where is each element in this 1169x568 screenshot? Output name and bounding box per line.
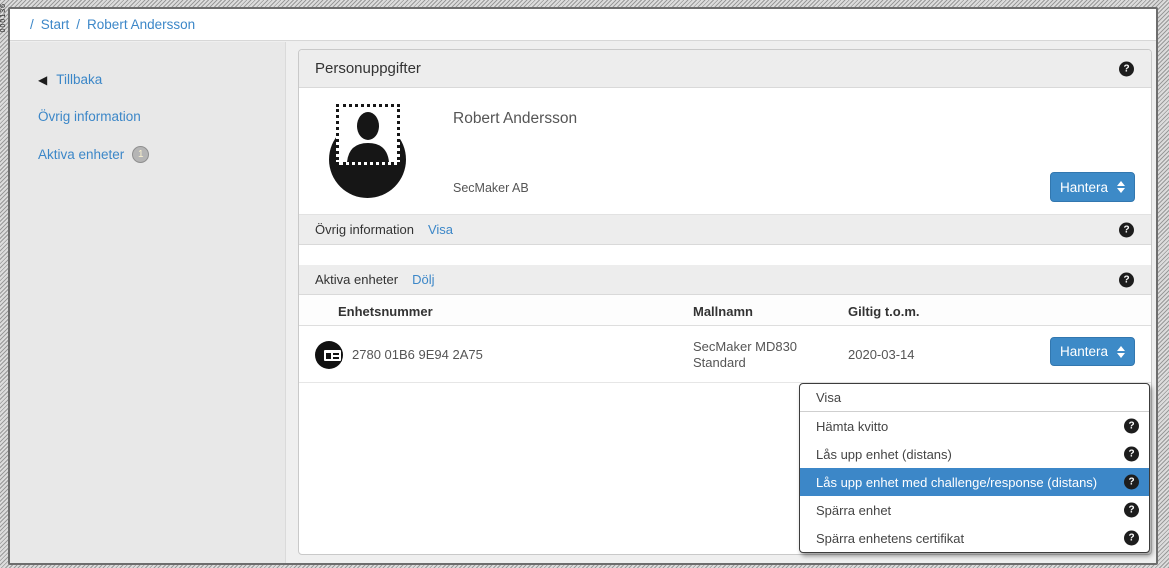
person-company: SecMaker AB bbox=[453, 181, 529, 195]
menu-item-label: Visa bbox=[816, 390, 841, 405]
sidebar-item-label: Aktiva enheter bbox=[38, 147, 124, 162]
app-window: / Start / Robert Andersson ◀ Tillbaka Öv… bbox=[8, 7, 1158, 565]
device-number: 2780 01B6 9E94 2A75 bbox=[352, 347, 483, 362]
show-link[interactable]: Visa bbox=[428, 222, 453, 237]
menu-item-label: Spärra enhet bbox=[816, 503, 891, 518]
menu-item-label: Hämta kvitto bbox=[816, 419, 888, 434]
menu-item-las-upp-enhet[interactable]: Lås upp enhet (distans) ? bbox=[800, 440, 1149, 468]
menu-item-label: Spärra enhetens certifikat bbox=[816, 531, 964, 546]
breadcrumb: / Start / Robert Andersson bbox=[10, 9, 1156, 41]
panel-title: Personuppgifter bbox=[315, 60, 421, 77]
column-giltig-tom: Giltig t.o.m. bbox=[848, 304, 920, 319]
help-icon[interactable]: ? bbox=[1124, 419, 1139, 434]
help-icon[interactable]: ? bbox=[1124, 475, 1139, 490]
help-icon[interactable]: ? bbox=[1119, 61, 1134, 76]
smartcard-icon bbox=[315, 341, 343, 369]
device-table-row: 2780 01B6 9E94 2A75 SecMaker MD830 Stand… bbox=[299, 326, 1151, 383]
menu-item-las-upp-challenge-response[interactable]: Lås upp enhet med challenge/response (di… bbox=[800, 468, 1149, 496]
up-down-caret-icon bbox=[1117, 181, 1125, 193]
breadcrumb-separator: / bbox=[76, 17, 80, 32]
manage-dropdown-menu: Visa Hämta kvitto ? Lås upp enhet (dista… bbox=[799, 383, 1150, 553]
sidebar-item-ovrig-information[interactable]: Övrig information bbox=[38, 109, 285, 124]
column-enhetsnummer: Enhetsnummer bbox=[338, 304, 433, 319]
avatar bbox=[325, 104, 411, 198]
back-link-label: Tillbaka bbox=[56, 72, 102, 87]
hide-link[interactable]: Dölj bbox=[412, 272, 434, 287]
help-icon[interactable]: ? bbox=[1124, 531, 1139, 546]
menu-item-visa[interactable]: Visa bbox=[800, 384, 1149, 412]
photo-placeholder-icon bbox=[336, 104, 400, 165]
section-gap bbox=[299, 245, 1151, 265]
menu-item-hamta-kvitto[interactable]: Hämta kvitto ? bbox=[800, 412, 1149, 440]
help-icon[interactable]: ? bbox=[1124, 447, 1139, 462]
menu-item-sparra-enhet[interactable]: Spärra enhet ? bbox=[800, 496, 1149, 524]
breadcrumb-item-start[interactable]: Start bbox=[41, 17, 70, 32]
section-title: Övrig information bbox=[315, 222, 414, 237]
section-aktiva-enheter: Aktiva enheter Dölj ? bbox=[299, 265, 1151, 295]
help-icon[interactable]: ? bbox=[1119, 272, 1134, 287]
back-link[interactable]: ◀ Tillbaka bbox=[38, 72, 285, 87]
column-mallnamn: Mallnamn bbox=[693, 304, 753, 319]
device-template-name: SecMaker MD830 Standard bbox=[693, 339, 818, 371]
section-ovrig-information: Övrig information Visa ? bbox=[299, 215, 1151, 245]
manage-button-label: Hantera bbox=[1060, 180, 1108, 195]
devices-table-header: Enhetsnummer Mallnamn Giltig t.o.m. bbox=[299, 295, 1151, 326]
menu-item-label: Lås upp enhet med challenge/response (di… bbox=[816, 475, 1097, 490]
manage-person-button[interactable]: Hantera bbox=[1050, 172, 1135, 202]
help-icon[interactable]: ? bbox=[1119, 222, 1134, 237]
breadcrumb-item-current[interactable]: Robert Andersson bbox=[87, 17, 195, 32]
up-down-caret-icon bbox=[1117, 346, 1125, 358]
sidebar: ◀ Tillbaka Övrig information Aktiva enhe… bbox=[10, 42, 286, 565]
menu-item-sparra-certifikat[interactable]: Spärra enhetens certifikat ? bbox=[800, 524, 1149, 552]
back-arrow-icon: ◀ bbox=[38, 73, 47, 87]
manage-button-label: Hantera bbox=[1060, 344, 1108, 359]
person-name: Robert Andersson bbox=[453, 110, 577, 128]
edge-label: 000136 bbox=[0, 3, 8, 32]
section-title: Aktiva enheter bbox=[315, 272, 398, 287]
panel-header: Personuppgifter ? bbox=[299, 50, 1151, 88]
help-icon[interactable]: ? bbox=[1124, 503, 1139, 518]
person-summary: Robert Andersson SecMaker AB Hantera bbox=[299, 88, 1151, 215]
sidebar-item-aktiva-enheter[interactable]: Aktiva enheter 1 bbox=[38, 146, 285, 163]
device-valid-until: 2020-03-14 bbox=[848, 347, 915, 362]
manage-device-button[interactable]: Hantera bbox=[1050, 337, 1135, 366]
sidebar-item-label: Övrig information bbox=[38, 109, 141, 124]
count-badge: 1 bbox=[132, 146, 149, 163]
breadcrumb-separator: / bbox=[30, 17, 34, 32]
screenshot-frame: 000136 / Start / Robert Andersson ◀ Till… bbox=[0, 0, 1169, 568]
menu-item-label: Lås upp enhet (distans) bbox=[816, 447, 952, 462]
